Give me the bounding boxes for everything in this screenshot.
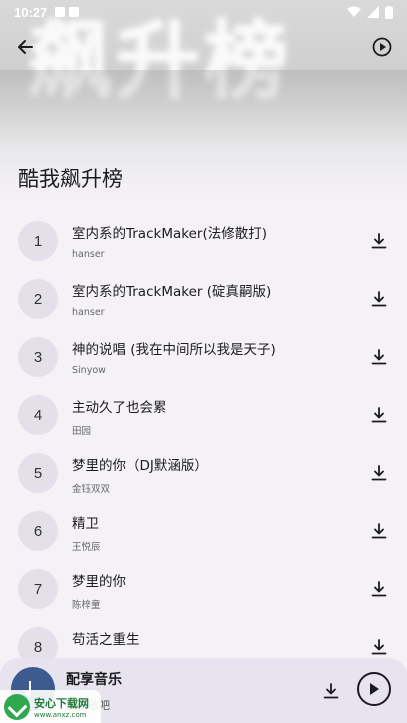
song-row[interactable]: 1 室内系的TrackMaker(法修散打) hanser <box>0 212 407 270</box>
download-icon <box>371 523 387 539</box>
play-all-button[interactable] <box>369 34 395 60</box>
status-right-icons <box>347 5 393 19</box>
status-bar: 10:27 <box>0 0 407 24</box>
download-icon <box>371 291 387 307</box>
player-download-button[interactable] <box>321 681 341 701</box>
rank-badge: 7 <box>18 569 58 609</box>
song-title: 精卫 <box>72 516 99 532</box>
arrow-left-icon <box>18 40 33 54</box>
song-title: 主动久了也会累 <box>72 400 167 416</box>
notification-a-icon <box>55 7 66 17</box>
page-title: 酷我飙升榜 <box>18 167 123 191</box>
watermark-text: 安心下载网 www.anxz.com <box>34 695 89 719</box>
song-row[interactable]: 6 精卫王悦辰 <box>0 502 407 560</box>
player-title: 配享音乐 <box>66 672 122 688</box>
play-icon <box>370 683 379 695</box>
song-row[interactable]: 2 室内系的TrackMaker (碇真嗣版) hanser <box>0 270 407 328</box>
song-artist: 王悦辰 <box>72 542 101 553</box>
watermark-name: 安心下载网 <box>34 696 89 710</box>
song-title: 苟活之重生 <box>72 632 140 648</box>
download-icon <box>371 581 387 597</box>
song-title: 室内系的TrackMaker (碇真嗣版) <box>72 284 272 300</box>
top-app-bar <box>0 28 407 64</box>
download-icon <box>371 233 387 249</box>
banner-overlay <box>0 70 407 150</box>
song-artist: hanser <box>72 307 105 318</box>
rank-badge: 2 <box>18 279 58 319</box>
rank-badge: 1 <box>18 221 58 261</box>
download-button[interactable] <box>369 231 389 251</box>
song-title: 室内系的TrackMaker(法修散打) <box>72 226 267 242</box>
download-button[interactable] <box>369 463 389 483</box>
song-artist: Sinyow <box>72 365 106 376</box>
download-button[interactable] <box>369 579 389 599</box>
download-icon <box>371 407 387 423</box>
song-list: 1 室内系的TrackMaker(法修散打) hanser 2 室内系的TrackMak… <box>0 212 407 676</box>
watermark-logo-icon <box>4 693 30 720</box>
rank-badge: 3 <box>18 337 58 377</box>
watermark-url: www.anxz.com <box>34 710 87 719</box>
song-title: 梦里的你 <box>72 574 126 590</box>
download-button[interactable] <box>369 637 389 657</box>
play-circle-icon <box>372 37 392 57</box>
download-icon <box>371 639 387 655</box>
rank-badge: 4 <box>18 395 58 435</box>
signal-icon <box>367 6 379 18</box>
player-play-button[interactable] <box>357 672 391 706</box>
download-icon <box>371 465 387 481</box>
back-button[interactable] <box>12 34 38 60</box>
download-icon <box>323 683 339 699</box>
status-time: 10:27 <box>14 4 48 20</box>
download-button[interactable] <box>369 347 389 367</box>
battery-icon <box>385 5 393 19</box>
song-artist: 田园 <box>72 426 92 437</box>
rank-badge: 6 <box>18 511 58 551</box>
song-artist: hanser <box>72 249 105 260</box>
song-artist: 金钰双双 <box>72 484 111 495</box>
download-icon <box>371 349 387 365</box>
notification-b-icon <box>69 7 80 17</box>
song-title: 神的说唱 (我在中间所以我是天子) <box>72 342 276 358</box>
download-button[interactable] <box>369 521 389 541</box>
download-button[interactable] <box>369 289 389 309</box>
song-row[interactable]: 7 梦里的你陈梓童 <box>0 560 407 618</box>
song-row[interactable]: 4 主动久了也会累田园 <box>0 386 407 444</box>
watermark: 安心下载网 www.anxz.com <box>0 690 101 723</box>
download-button[interactable] <box>369 405 389 425</box>
notification-icons <box>55 7 80 17</box>
song-row[interactable]: 5 梦里的你（DJ默涵版） 金钰双双 <box>0 444 407 502</box>
song-title: 梦里的你（DJ默涵版） <box>72 458 208 474</box>
song-row[interactable]: 3 神的说唱 (我在中间所以我是天子) Sinyow <box>0 328 407 386</box>
wifi-icon <box>347 6 361 17</box>
rank-badge: 5 <box>18 453 58 493</box>
song-artist: 陈梓童 <box>72 600 101 611</box>
